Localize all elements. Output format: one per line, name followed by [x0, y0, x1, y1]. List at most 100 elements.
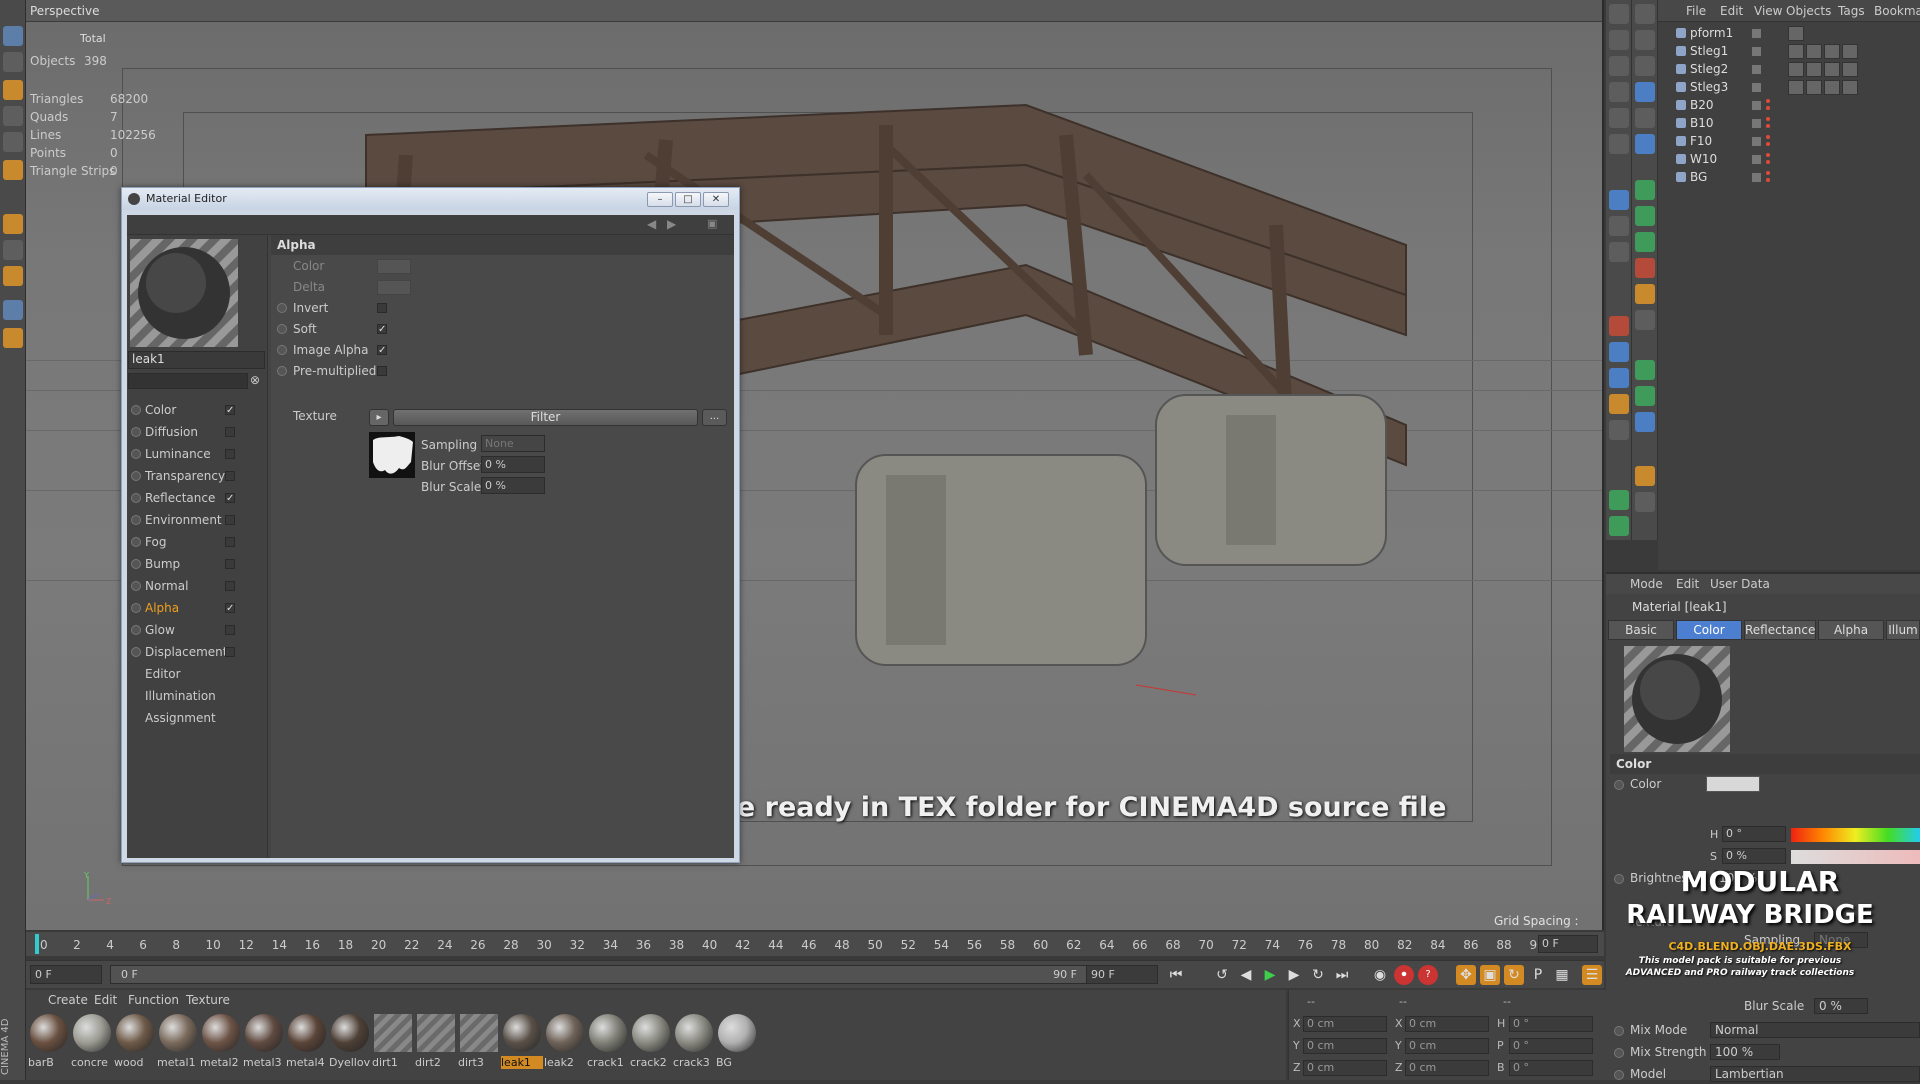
- rotate-key-icon[interactable]: ↻: [1504, 965, 1524, 985]
- pos-z-field[interactable]: 0 cm: [1303, 1060, 1387, 1076]
- timeline-ruler[interactable]: 0 2 4 6 8 10 12 14 16 18 20 22 24 26 28 30 32 34 36 38 40 42 4…: [26, 932, 1604, 956]
- menu-texture[interactable]: Texture: [186, 993, 230, 1007]
- channel-color[interactable]: Color ✓: [131, 401, 261, 421]
- tool-icon[interactable]: [1609, 56, 1629, 76]
- menu-objects[interactable]: Objects: [1786, 4, 1831, 18]
- channel-diffusion[interactable]: Diffusion: [131, 423, 261, 443]
- grid-icon[interactable]: [3, 300, 23, 320]
- channel-normal[interactable]: Normal: [131, 577, 261, 597]
- scale-key-icon[interactable]: ▣: [1480, 965, 1500, 985]
- tab-alpha[interactable]: Alpha: [1818, 620, 1884, 640]
- material-filter-field[interactable]: [128, 373, 248, 389]
- material-swatch[interactable]: metal2: [200, 1014, 242, 1076]
- alpha-delta-row[interactable]: Delta: [277, 278, 717, 298]
- close-button[interactable]: ✕: [703, 192, 729, 207]
- pick-icon[interactable]: ⊗: [250, 373, 260, 387]
- pos-y-field[interactable]: 0 cm: [1303, 1038, 1387, 1054]
- go-to-start-icon[interactable]: ⏮: [1166, 965, 1186, 985]
- tool-icon[interactable]: [1609, 368, 1629, 388]
- checker-icon[interactable]: [3, 52, 23, 72]
- end-frame-field[interactable]: 90 F: [1086, 965, 1158, 984]
- move-icon[interactable]: [3, 214, 23, 234]
- texture-filter-button[interactable]: Filter: [393, 409, 698, 426]
- material-swatch[interactable]: crack2: [630, 1014, 672, 1076]
- material-swatch[interactable]: leak2: [544, 1014, 586, 1076]
- material-swatch[interactable]: metal4: [286, 1014, 328, 1076]
- saturation-slider[interactable]: [1791, 850, 1920, 864]
- nav-back-icon[interactable]: ◀: [647, 217, 656, 231]
- param-key-icon[interactable]: P: [1528, 965, 1548, 985]
- menu-edit[interactable]: Edit: [1676, 577, 1699, 591]
- material-swatch[interactable]: crack3: [673, 1014, 715, 1076]
- point-icon[interactable]: [3, 160, 23, 180]
- menu-view[interactable]: View: [1754, 4, 1782, 18]
- edge-icon[interactable]: [3, 132, 23, 152]
- size-y-field[interactable]: 0 cm: [1405, 1038, 1489, 1054]
- object-row[interactable]: F10: [1662, 133, 1912, 150]
- preview-range-slider[interactable]: 0 F 90 F: [110, 965, 1088, 984]
- material-swatch[interactable]: Dyellov: [329, 1014, 371, 1076]
- rot-h-field[interactable]: 0 °: [1509, 1016, 1593, 1032]
- channel-displacement[interactable]: Displacement: [131, 643, 261, 663]
- blur-scale-row[interactable]: Blur Scale 0 %: [1614, 998, 1914, 1016]
- grid-key-icon[interactable]: ▦: [1552, 965, 1572, 985]
- object-row[interactable]: Stleg2: [1662, 61, 1912, 78]
- previous-frame-icon[interactable]: ◀: [1236, 965, 1256, 985]
- material-editor-window[interactable]: Material Editor – □ ✕ ◀ ▶ ▣ leak1 ⊗ Colo…: [121, 187, 740, 863]
- tool-icon[interactable]: [1609, 242, 1629, 262]
- autokey-icon[interactable]: ?: [1418, 965, 1438, 985]
- tool-icon[interactable]: [1609, 516, 1629, 536]
- item-editor[interactable]: Editor: [145, 667, 181, 681]
- object-row[interactable]: BG: [1662, 169, 1912, 186]
- tool-icon[interactable]: [1635, 284, 1655, 304]
- material-editor-titlebar[interactable]: Material Editor – □ ✕: [122, 188, 739, 210]
- item-assignment[interactable]: Assignment: [145, 711, 216, 725]
- timeline-playhead[interactable]: [35, 934, 39, 954]
- mix-mode-row[interactable]: Mix Mode Normal: [1614, 1022, 1920, 1040]
- tab-color[interactable]: Color: [1676, 620, 1742, 640]
- nav-forward-icon[interactable]: ▶: [667, 217, 676, 231]
- tool-icon[interactable]: [1609, 82, 1629, 102]
- record-active-icon[interactable]: ⏺: [1394, 965, 1414, 985]
- texture-menu-button[interactable]: ▸: [369, 409, 389, 426]
- alpha-invert-row[interactable]: Invert: [277, 299, 717, 319]
- magnet-icon[interactable]: [3, 266, 23, 286]
- tool-icon[interactable]: [1609, 342, 1629, 362]
- next-frame-icon[interactable]: ▶: [1284, 965, 1304, 985]
- size-z-field[interactable]: 0 cm: [1405, 1060, 1489, 1076]
- go-to-end-icon[interactable]: ⏭: [1332, 965, 1352, 985]
- snap-icon[interactable]: [3, 240, 23, 260]
- channel-bump[interactable]: Bump: [131, 555, 261, 575]
- tool-icon[interactable]: [1635, 206, 1655, 226]
- tool-icon[interactable]: [1635, 232, 1655, 252]
- play-icon[interactable]: ▶: [1260, 965, 1280, 985]
- minimize-button[interactable]: –: [647, 192, 673, 207]
- tool-icon[interactable]: [1609, 394, 1629, 414]
- tab-basic[interactable]: Basic: [1608, 620, 1674, 640]
- material-preview[interactable]: [130, 239, 238, 347]
- menu-edit[interactable]: Edit: [1720, 4, 1743, 18]
- channel-luminance[interactable]: Luminance: [131, 445, 261, 465]
- polygon-icon[interactable]: [3, 106, 23, 126]
- blur-offset-field[interactable]: 0 %: [481, 456, 545, 473]
- material-swatch[interactable]: concre: [71, 1014, 113, 1076]
- locked-icon[interactable]: [3, 328, 23, 348]
- start-frame-field[interactable]: 0 F: [30, 965, 102, 984]
- material-swatch[interactable]: metal3: [243, 1014, 285, 1076]
- tool-icon[interactable]: [1635, 386, 1655, 406]
- material-swatch[interactable]: BG: [716, 1014, 758, 1076]
- tool-icon[interactable]: [1609, 190, 1629, 210]
- cube-icon[interactable]: [3, 80, 23, 100]
- menu-mode[interactable]: Mode: [1630, 577, 1663, 591]
- tool-icon[interactable]: [1609, 490, 1629, 510]
- object-row[interactable]: Stleg3: [1662, 79, 1912, 96]
- model-row[interactable]: Model Lambertian: [1614, 1066, 1920, 1084]
- tool-icon[interactable]: [1609, 316, 1629, 336]
- texture-thumbnail[interactable]: [369, 432, 415, 478]
- material-swatch[interactable]: leak1: [501, 1014, 543, 1076]
- tool-icon[interactable]: [1635, 180, 1655, 200]
- material-name-field[interactable]: leak1: [128, 351, 265, 369]
- size-x-field[interactable]: 0 cm: [1405, 1016, 1489, 1032]
- alpha-color-row[interactable]: Color: [277, 257, 717, 277]
- material-swatch[interactable]: wood: [114, 1014, 156, 1076]
